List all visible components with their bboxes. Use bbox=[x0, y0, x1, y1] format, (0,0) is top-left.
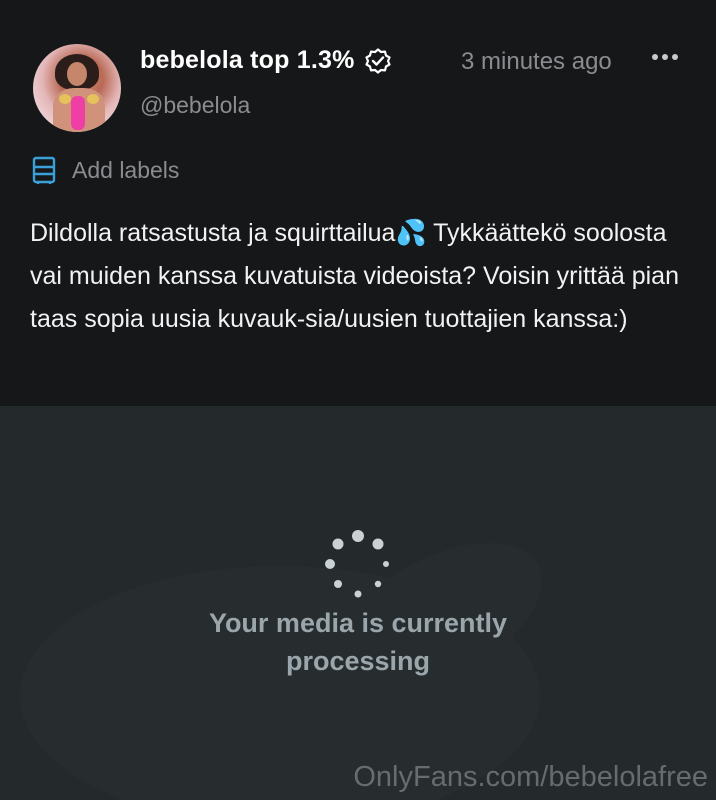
label-tag-icon bbox=[32, 156, 56, 184]
author-handle[interactable]: @bebelola bbox=[140, 92, 250, 119]
add-labels-button[interactable]: Add labels bbox=[32, 156, 179, 184]
author-name-row[interactable]: bebelola top 1.3% bbox=[140, 46, 391, 75]
add-labels-label: Add labels bbox=[72, 156, 180, 183]
author-display-name[interactable]: bebelola top 1.3% bbox=[140, 46, 355, 75]
more-options-icon[interactable] bbox=[652, 54, 678, 60]
post-card: bebelola top 1.3% 3 minutes ago @bebelol… bbox=[0, 0, 716, 406]
post-timestamp: 3 minutes ago bbox=[461, 48, 612, 75]
loading-spinner-icon bbox=[325, 530, 389, 598]
media-placeholder: Your media is currently processing OnlyF… bbox=[0, 406, 716, 800]
post-text: Dildolla ratsastusta ja squirttailua💦 Ty… bbox=[30, 219, 679, 333]
watermark-text: OnlyFans.com/bebelolafree bbox=[353, 761, 708, 793]
verified-badge-icon bbox=[364, 47, 391, 74]
media-processing-message: Your media is currently processing bbox=[208, 608, 508, 676]
avatar[interactable] bbox=[33, 44, 121, 132]
